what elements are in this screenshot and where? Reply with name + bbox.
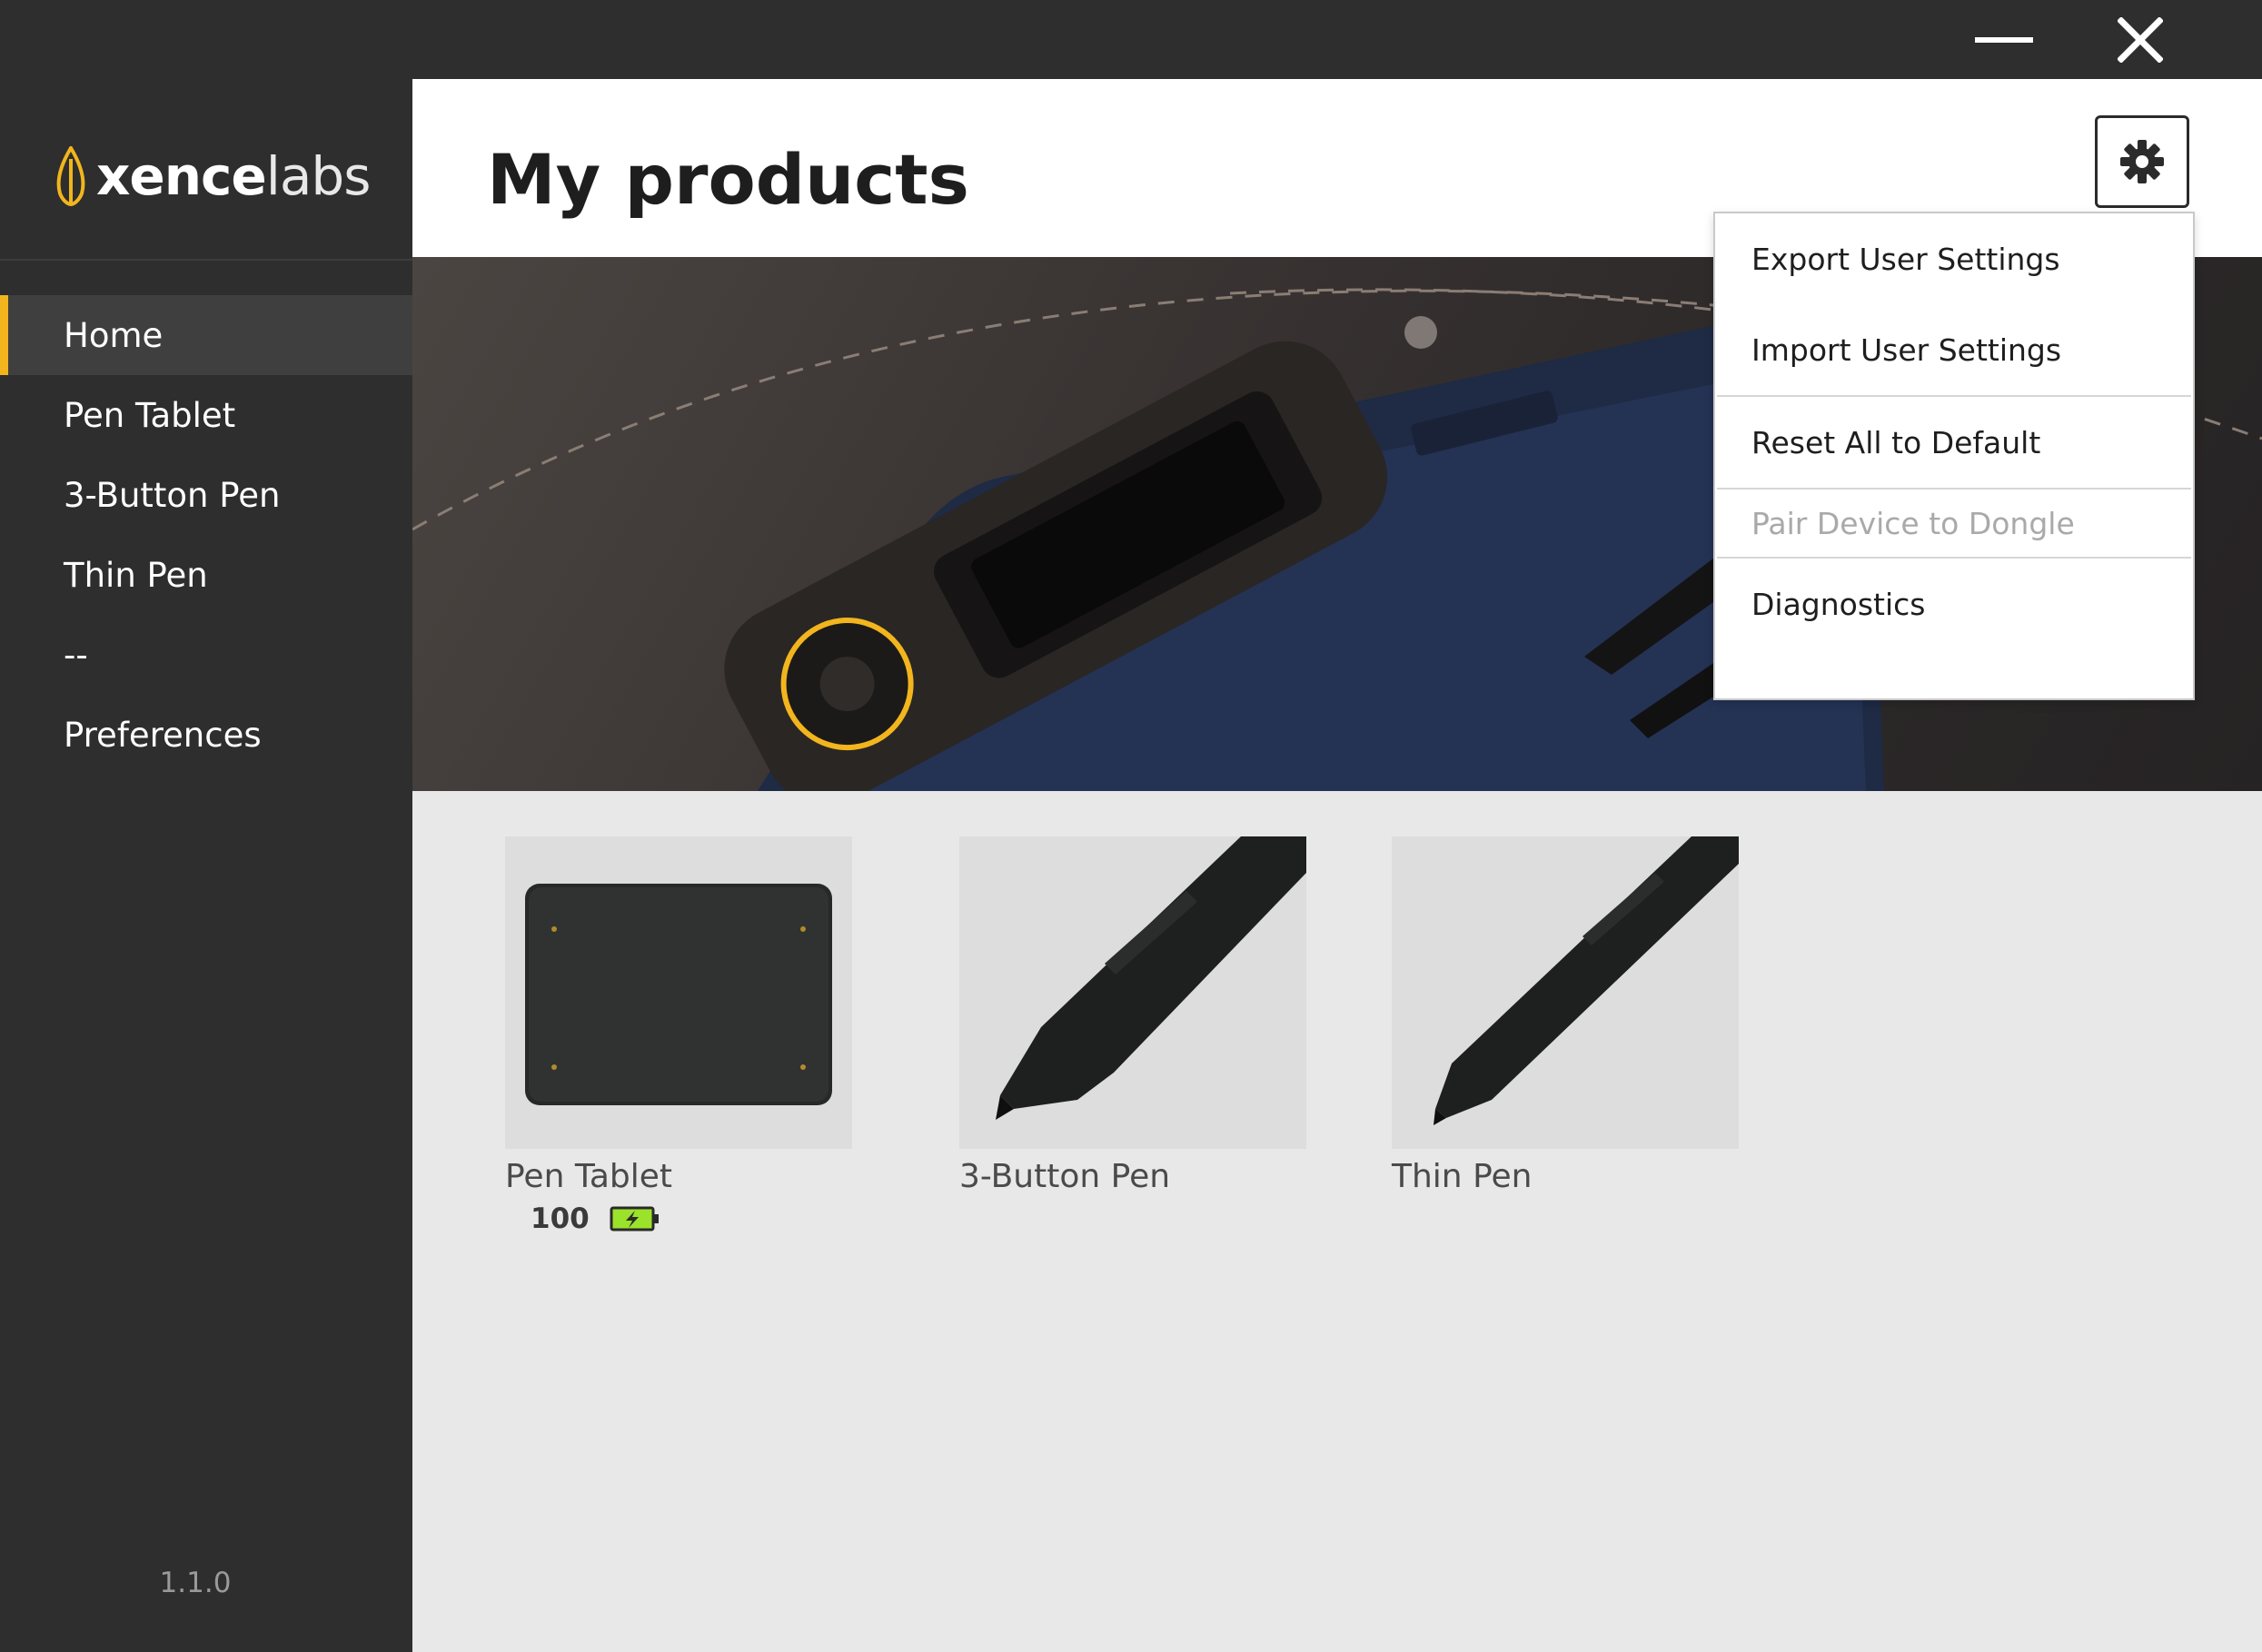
menu-item-export-user-settings[interactable]: Export User Settings — [1715, 213, 2193, 304]
product-card-pen-tablet[interactable]: Pen Tablet 100 — [505, 836, 852, 1235]
sidebar-divider — [0, 259, 412, 261]
settings-button[interactable] — [2095, 115, 2189, 208]
minimize-icon — [1975, 36, 2033, 43]
logo-word-light: labs — [265, 145, 372, 207]
sidebar-item-label: Home — [64, 315, 164, 355]
sidebar-nav: Home Pen Tablet 3-Button Pen Thin Pen --… — [0, 295, 412, 775]
sidebar-item-label: -- — [64, 635, 88, 675]
battery-charging-icon — [610, 1206, 659, 1232]
product-name: Pen Tablet — [505, 1158, 673, 1195]
page-title: My products — [487, 139, 969, 220]
sidebar-item-label: Pen Tablet — [64, 395, 236, 435]
sidebar-item-3-button-pen[interactable]: 3-Button Pen — [0, 455, 412, 535]
title-bar — [0, 0, 2262, 79]
sidebar-item-label: 3-Button Pen — [64, 475, 281, 515]
close-icon — [2118, 16, 2163, 63]
menu-item-label: Diagnostics — [1751, 586, 1926, 622]
xencelabs-flame-icon — [56, 146, 85, 206]
logo-wordmark: xencelabs — [96, 145, 372, 207]
sidebar: xencelabs Home Pen Tablet 3-Button Pen T… — [0, 79, 412, 1652]
battery-level: 100 — [531, 1202, 590, 1235]
product-name: 3-Button Pen — [959, 1158, 1171, 1195]
menu-item-pair-device-to-dongle: Pair Device to Dongle — [1715, 490, 2193, 557]
menu-item-import-user-settings[interactable]: Import User Settings — [1715, 304, 2193, 395]
sidebar-item-home[interactable]: Home — [0, 295, 412, 375]
xencelabs-logo: xencelabs — [53, 144, 372, 208]
settings-menu: Export User Settings Import User Setting… — [1713, 212, 2195, 700]
battery-status: 100 — [531, 1202, 852, 1235]
product-card-3-button-pen[interactable]: 3-Button Pen — [959, 836, 1306, 1195]
minimize-button[interactable] — [1949, 0, 2059, 79]
logo-word-bold: xence — [96, 145, 267, 207]
menu-item-label: Export User Settings — [1751, 241, 2060, 277]
sidebar-item-label: Thin Pen — [64, 555, 208, 595]
gear-icon — [2120, 140, 2164, 183]
thin-pen-image — [1392, 836, 1739, 1149]
menu-item-label: Pair Device to Dongle — [1751, 505, 2075, 541]
version-label: 1.1.0 — [159, 1567, 232, 1599]
product-card-thin-pen[interactable]: Thin Pen — [1392, 836, 1739, 1195]
product-name: Thin Pen — [1392, 1158, 1533, 1195]
menu-item-diagnostics[interactable]: Diagnostics — [1715, 559, 2193, 649]
menu-item-label: Reset All to Default — [1751, 424, 2041, 460]
sidebar-item-thin-pen[interactable]: Thin Pen — [0, 535, 412, 615]
sidebar-item-pen-tablet[interactable]: Pen Tablet — [0, 375, 412, 455]
sidebar-item-label: Preferences — [64, 715, 262, 755]
sidebar-item-placeholder[interactable]: -- — [0, 615, 412, 695]
menu-item-label: Import User Settings — [1751, 331, 2062, 368]
3-button-pen-image — [959, 836, 1306, 1149]
menu-item-reset-all-to-default[interactable]: Reset All to Default — [1715, 397, 2193, 488]
products-grid: Pen Tablet 100 3-Button Pen Thin Pen — [412, 791, 2262, 1652]
sidebar-item-preferences[interactable]: Preferences — [0, 695, 412, 775]
close-button[interactable] — [2086, 0, 2195, 79]
pen-tablet-image — [505, 836, 852, 1149]
